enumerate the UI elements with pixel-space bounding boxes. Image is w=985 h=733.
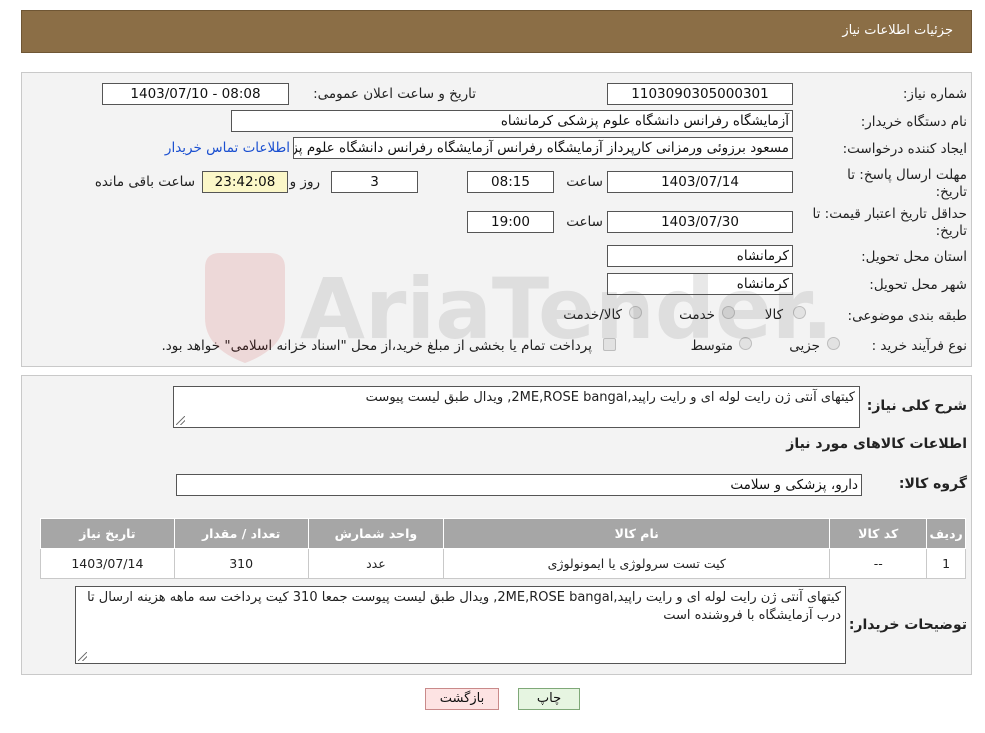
goods-group-label: گروه کالا: [898, 476, 967, 492]
cell-need-date: 1403/07/14 [40, 548, 175, 579]
validity-time-field: 19:00 [467, 211, 554, 233]
buyer-org-label: نام دستگاه خریدار: [860, 114, 967, 130]
cell-unit: عدد [307, 548, 445, 579]
category-option-service: خدمت [679, 307, 715, 323]
category-radio-service[interactable] [722, 306, 735, 319]
category-radio-goods-service[interactable] [629, 306, 642, 319]
cell-item-name: کیت تست سرولوژی یا ایمونولوژی [443, 548, 831, 579]
reply-time-field: 08:15 [467, 171, 554, 193]
delivery-city-field: کرمانشاه [607, 273, 793, 295]
min-price-validity-label: حداقل تاریخ اعتبار قیمت: تا تاریخ: [812, 206, 967, 239]
need-number-field: 1103090305000301 [607, 83, 793, 105]
hours-left-label: ساعت باقی مانده [94, 174, 195, 190]
goods-group-field: دارو، پزشکی و سلامت [176, 474, 862, 496]
purchase-option-medium: متوسط [690, 338, 733, 354]
reply-deadline-label: مهلت ارسال پاسخ: تا تاریخ: [847, 167, 967, 200]
purchase-option-minor: جزیی [789, 338, 820, 354]
goods-info-heading: اطلاعات کالاهای مورد نیاز [786, 436, 967, 452]
col-row-number: ردیف [926, 518, 966, 549]
buyer-org-field: آزمایشگاه رفرانس دانشگاه علوم پزشکی کرما… [231, 110, 793, 132]
announce-datetime-field: 1403/07/10 - 08:08 [102, 83, 289, 105]
cell-quantity: 310 [173, 548, 309, 579]
category-radio-goods[interactable] [793, 306, 806, 319]
print-button[interactable]: چاپ [518, 688, 580, 710]
items-table-header: ردیف کد کالا نام کالا واحد شمارش تعداد /… [40, 518, 966, 549]
delivery-province-label: استان محل تحویل: [861, 249, 967, 265]
buyer-contact-link[interactable]: اطلاعات تماس خریدار [165, 140, 290, 156]
purchase-radio-minor[interactable] [827, 337, 840, 350]
col-item-code: کد کالا [829, 518, 928, 549]
description-field[interactable]: کیتهای آنتی ژن رایت لوله ای و رایت راپید… [173, 386, 860, 428]
cell-row-number: 1 [926, 548, 966, 579]
items-table: ردیف کد کالا نام کالا واحد شمارش تعداد /… [40, 518, 966, 579]
col-quantity: تعداد / مقدار [173, 518, 309, 549]
table-row: 1 -- کیت تست سرولوژی یا ایمونولوژی عدد 3… [40, 548, 966, 579]
cell-item-code: -- [829, 548, 928, 579]
validity-time-label: ساعت [566, 214, 603, 230]
announce-datetime-label: تاریخ و ساعت اعلان عمومی: [313, 86, 476, 102]
category-option-goods: کالا [764, 307, 783, 323]
category-label: طبقه بندی موضوعی: [847, 308, 967, 324]
category-option-goods-service: کالا/خدمت [563, 307, 622, 323]
requester-label: ایجاد کننده درخواست: [842, 141, 967, 157]
back-button[interactable]: بازگشت [425, 688, 499, 710]
buyer-notes-resize-handle[interactable] [78, 652, 87, 661]
time-left-field: 23:42:08 [202, 171, 288, 193]
page-header: جزئیات اطلاعات نیاز [21, 10, 972, 53]
col-unit: واحد شمارش [307, 518, 445, 549]
description-label: شرح کلی نیاز: [866, 398, 967, 414]
days-left-field: 3 [331, 171, 418, 193]
need-number-label: شماره نیاز: [902, 86, 967, 102]
purchase-type-label: نوع فرآیند خرید : [871, 338, 967, 354]
delivery-province-field: کرمانشاه [607, 245, 793, 267]
requester-field: مسعود برزوئی ورمزانی کارپرداز آزمایشگاه … [293, 137, 793, 159]
validity-date-field: 1403/07/30 [607, 211, 793, 233]
description-resize-handle[interactable] [176, 416, 185, 425]
reply-time-label: ساعت [566, 174, 603, 190]
buyer-notes-field[interactable]: کیتهای آنتی ژن رایت لوله ای و رایت راپید… [75, 586, 846, 664]
reply-date-field: 1403/07/14 [607, 171, 793, 193]
page-title: جزئیات اطلاعات نیاز [842, 23, 953, 38]
day-and-label: روز و [289, 174, 320, 190]
delivery-city-label: شهر محل تحویل: [869, 277, 967, 293]
col-item-name: نام کالا [443, 518, 831, 549]
buyer-notes-label: توضیحات خریدار: [848, 617, 967, 633]
treasury-bonds-checkbox[interactable] [603, 338, 616, 351]
purchase-radio-medium[interactable] [739, 337, 752, 350]
col-need-date: تاریخ نیاز [40, 518, 175, 549]
treasury-bonds-note: پرداخت تمام یا بخشی از مبلغ خرید،از محل … [161, 338, 592, 354]
